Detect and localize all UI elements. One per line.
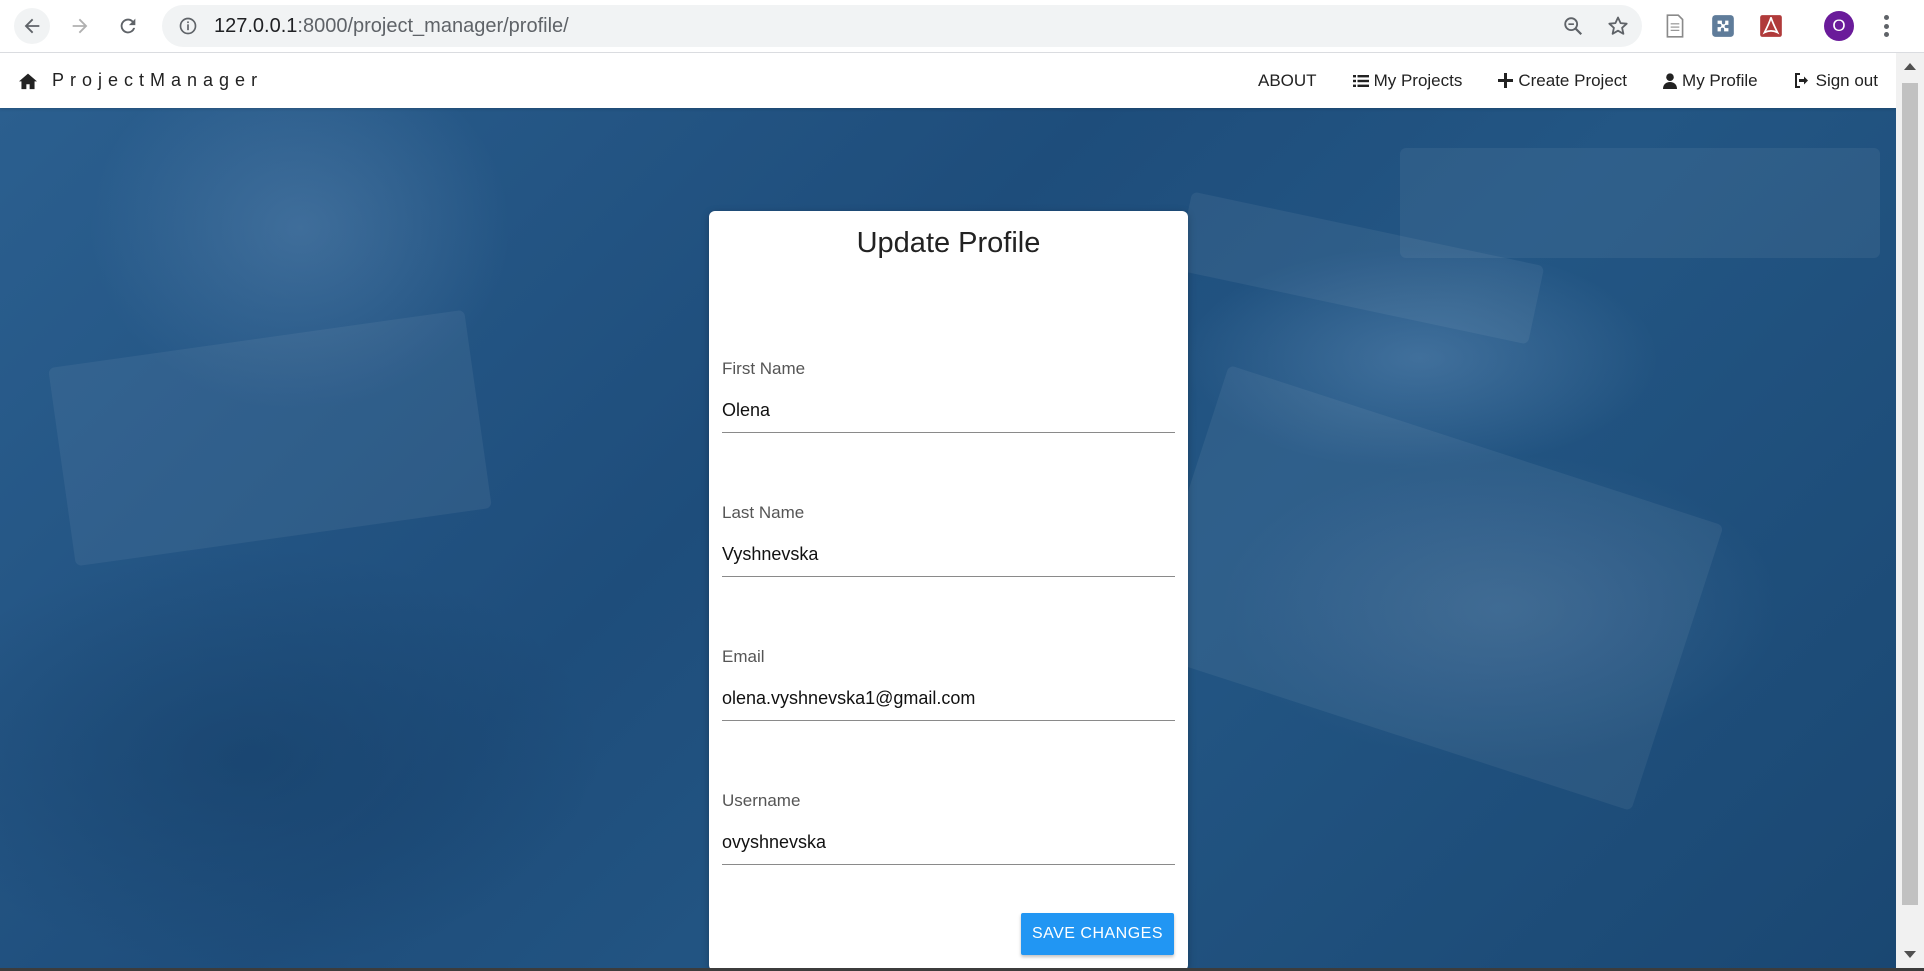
- url-path: :8000/project_manager/profile/: [297, 15, 569, 37]
- email-input[interactable]: [722, 677, 1175, 721]
- email-field: Email: [722, 647, 1175, 721]
- plus-icon: [1498, 73, 1514, 88]
- home-icon: [19, 73, 37, 89]
- nav-sign-out[interactable]: Sign out: [1794, 71, 1878, 91]
- page-content: ProjectManager ABOUT My Projects Create …: [0, 53, 1896, 968]
- nav-my-profile[interactable]: My Profile: [1663, 71, 1758, 91]
- nav-my-projects-label: My Projects: [1373, 70, 1463, 90]
- puzzle-extension-icon[interactable]: [1710, 13, 1736, 39]
- nav-my-profile-label: My Profile: [1682, 70, 1758, 90]
- background-laptop-shape: [1400, 148, 1880, 258]
- form-title: Update Profile: [856, 227, 1041, 259]
- list-icon: [1352, 74, 1369, 87]
- username-label: Username: [722, 791, 801, 810]
- reload-icon: [120, 18, 136, 34]
- last-name-label: Last Name: [722, 503, 805, 522]
- zoom-icon[interactable]: [1562, 15, 1584, 37]
- url-host: 127.0.0.1: [214, 15, 298, 37]
- pdf-extension-icon[interactable]: [1758, 13, 1784, 39]
- profile-avatar[interactable]: O: [1824, 11, 1854, 41]
- scroll-down-arrow-icon[interactable]: [1904, 951, 1916, 958]
- brand-text: ProjectManager: [52, 70, 264, 90]
- username-input[interactable]: [722, 821, 1175, 865]
- first-name-input[interactable]: [722, 389, 1175, 433]
- last-name-field: Last Name: [722, 503, 1175, 577]
- sign-out-icon: [1794, 73, 1808, 88]
- document-extension-icon[interactable]: [1662, 13, 1688, 39]
- back-button[interactable]: [14, 8, 50, 44]
- last-name-input[interactable]: [722, 533, 1175, 577]
- menu-icon[interactable]: [1876, 13, 1896, 39]
- nav-create-project[interactable]: Create Project: [1498, 71, 1627, 91]
- save-changes-button[interactable]: SAVE CHANGES: [1021, 913, 1174, 955]
- first-name-field: First Name: [722, 359, 1175, 433]
- site-navbar: ProjectManager ABOUT My Projects Create …: [0, 53, 1896, 108]
- email-label: Email: [722, 647, 765, 666]
- info-icon[interactable]: [178, 16, 198, 36]
- address-bar[interactable]: 127.0.0.1:8000/project_manager/profile/: [162, 5, 1642, 47]
- nav-about[interactable]: ABOUT: [1258, 71, 1317, 91]
- background-tablet-shape: [1136, 364, 1724, 812]
- page-scrollbar[interactable]: [1896, 53, 1924, 968]
- nav-about-label: ABOUT: [1258, 70, 1317, 90]
- scroll-up-arrow-icon[interactable]: [1904, 63, 1916, 70]
- nav-create-project-label: Create Project: [1518, 70, 1628, 90]
- forward-icon: [72, 18, 88, 34]
- first-name-label: First Name: [722, 359, 806, 378]
- browser-toolbar: 127.0.0.1:8000/project_manager/profile/ …: [0, 0, 1924, 53]
- update-profile-card: Update Profile First Name Last Name Emai…: [709, 211, 1188, 968]
- url-text[interactable]: 127.0.0.1:8000/project_manager/profile/: [214, 5, 569, 47]
- forward-button[interactable]: [62, 8, 98, 44]
- background-paper-shape: [48, 309, 492, 567]
- reload-button[interactable]: [110, 8, 146, 44]
- brand-link[interactable]: ProjectManager: [18, 53, 263, 108]
- back-icon: [24, 18, 40, 34]
- username-field: Username: [722, 791, 1175, 865]
- star-icon[interactable]: [1606, 14, 1630, 38]
- nav-sign-out-label: Sign out: [1815, 70, 1878, 90]
- nav-links: ABOUT My Projects Create Project My Prof…: [1258, 53, 1878, 108]
- user-icon: [1663, 72, 1678, 89]
- nav-my-projects[interactable]: My Projects: [1352, 70, 1463, 91]
- scroll-thumb[interactable]: [1902, 83, 1918, 905]
